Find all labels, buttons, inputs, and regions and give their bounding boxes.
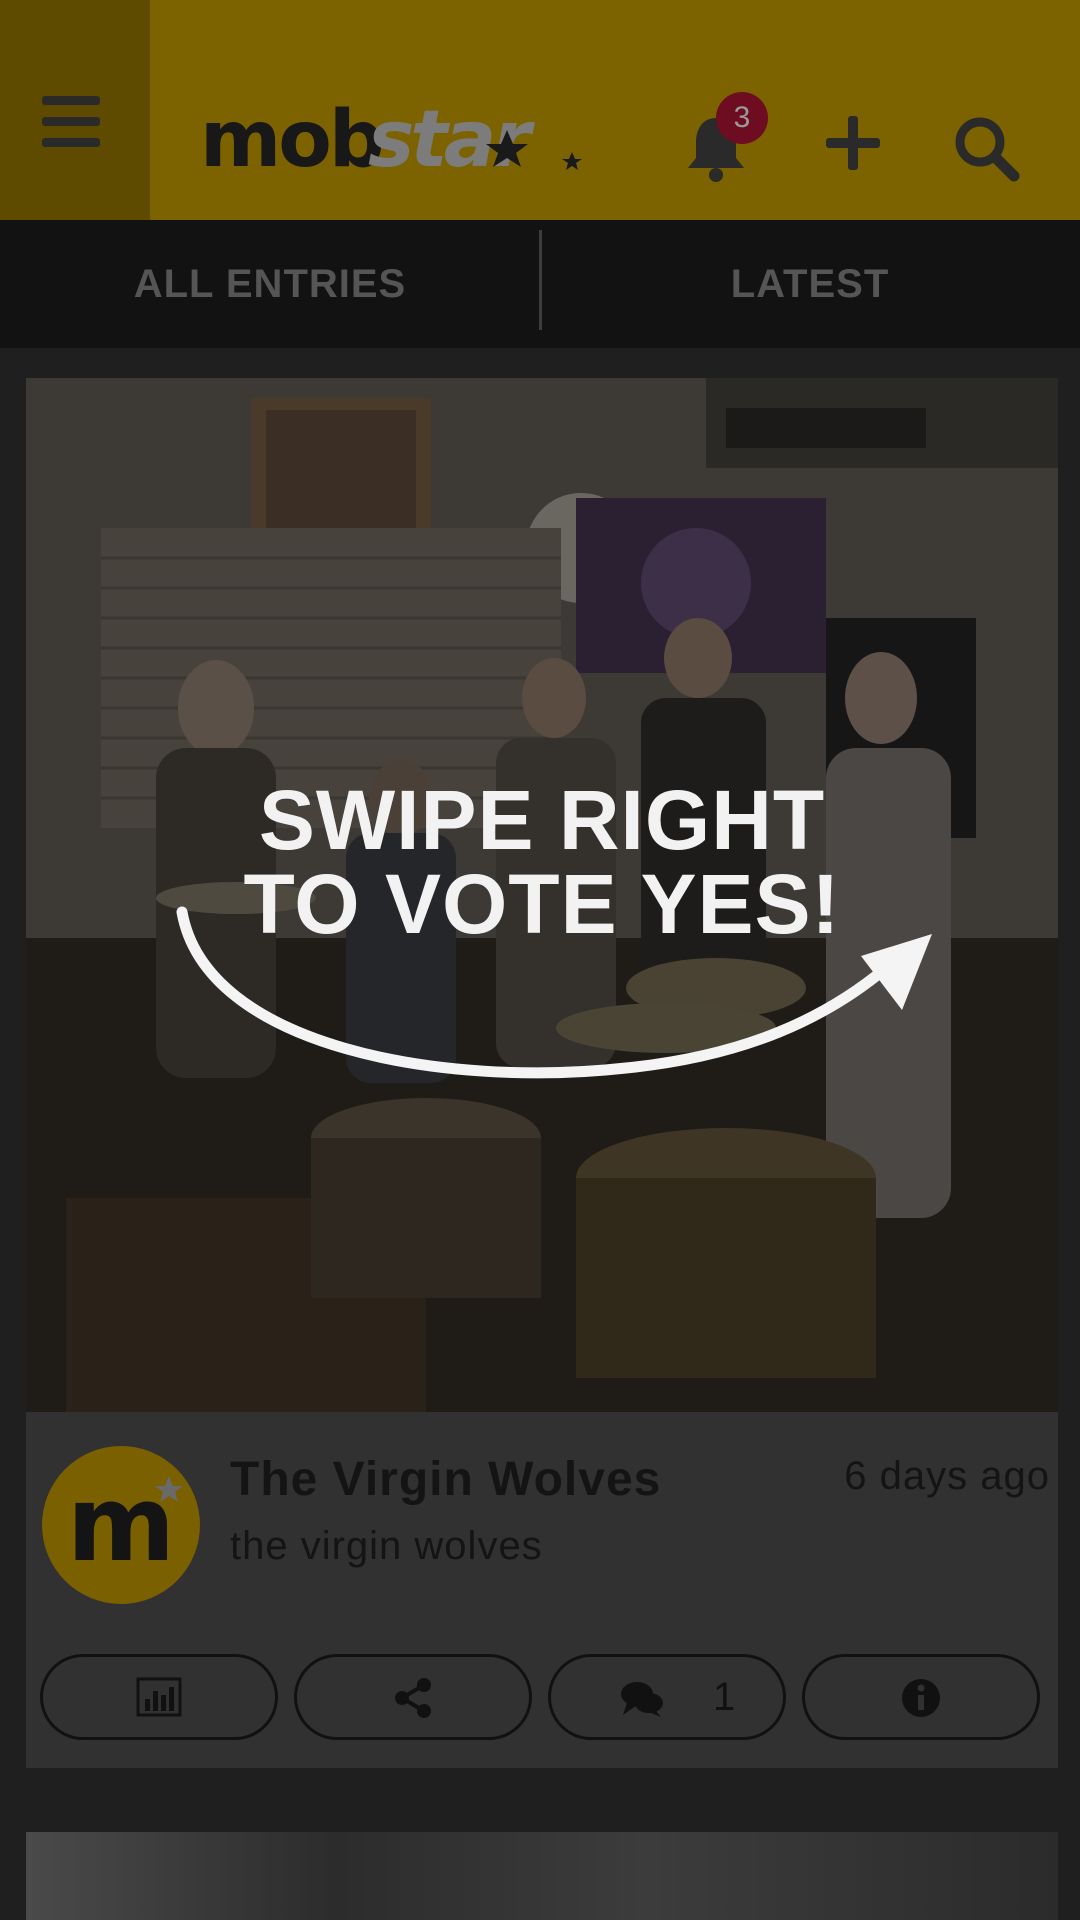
entry-timestamp: 6 days ago [844, 1454, 1050, 1498]
menu-button[interactable] [0, 0, 150, 220]
entry-photo[interactable]: SWIPE RIGHT TO VOTE YES! [26, 378, 1058, 1412]
swipe-arrow-icon [176, 906, 932, 1079]
svg-text:mob: mob [200, 100, 382, 180]
comment-icon [621, 1682, 663, 1717]
info-icon [902, 1679, 940, 1717]
swipe-hint-line1: SWIPE RIGHT [258, 773, 826, 867]
entry-title[interactable]: The Virgin Wolves [230, 1452, 661, 1507]
comment-count: 1 [713, 1675, 736, 1719]
entry-subtitle: the virgin wolves [230, 1524, 543, 1568]
avatar[interactable]: m [42, 1446, 200, 1604]
tab-bar: ALL ENTRIES LATEST [0, 220, 1080, 348]
svg-text:m: m [67, 1463, 175, 1585]
brand-logo: mob star mobstar [200, 95, 590, 185]
notification-badge: 3 [716, 92, 768, 144]
search-icon[interactable] [950, 112, 1022, 184]
app-header: mob star mobstar 3 [0, 0, 1080, 220]
share-button[interactable] [294, 1654, 532, 1740]
tab-all-entries[interactable]: ALL ENTRIES [0, 220, 540, 348]
stats-icon [136, 1677, 182, 1717]
tab-latest[interactable]: LATEST [540, 220, 1080, 348]
stats-button[interactable] [40, 1654, 278, 1740]
avatar-logo: m [67, 1463, 183, 1585]
next-entry-card[interactable] [26, 1832, 1058, 1920]
entry-card[interactable]: SWIPE RIGHT TO VOTE YES! m The Virgin Wo… [26, 378, 1058, 1768]
entry-info: m The Virgin Wolves the virgin wolves 6 … [26, 1412, 1058, 1768]
share-icon [395, 1678, 431, 1718]
logo-graphic: mob star [200, 95, 582, 185]
plus-icon[interactable] [824, 114, 882, 172]
info-button[interactable] [802, 1654, 1040, 1740]
comments-button[interactable]: 1 [548, 1654, 786, 1740]
